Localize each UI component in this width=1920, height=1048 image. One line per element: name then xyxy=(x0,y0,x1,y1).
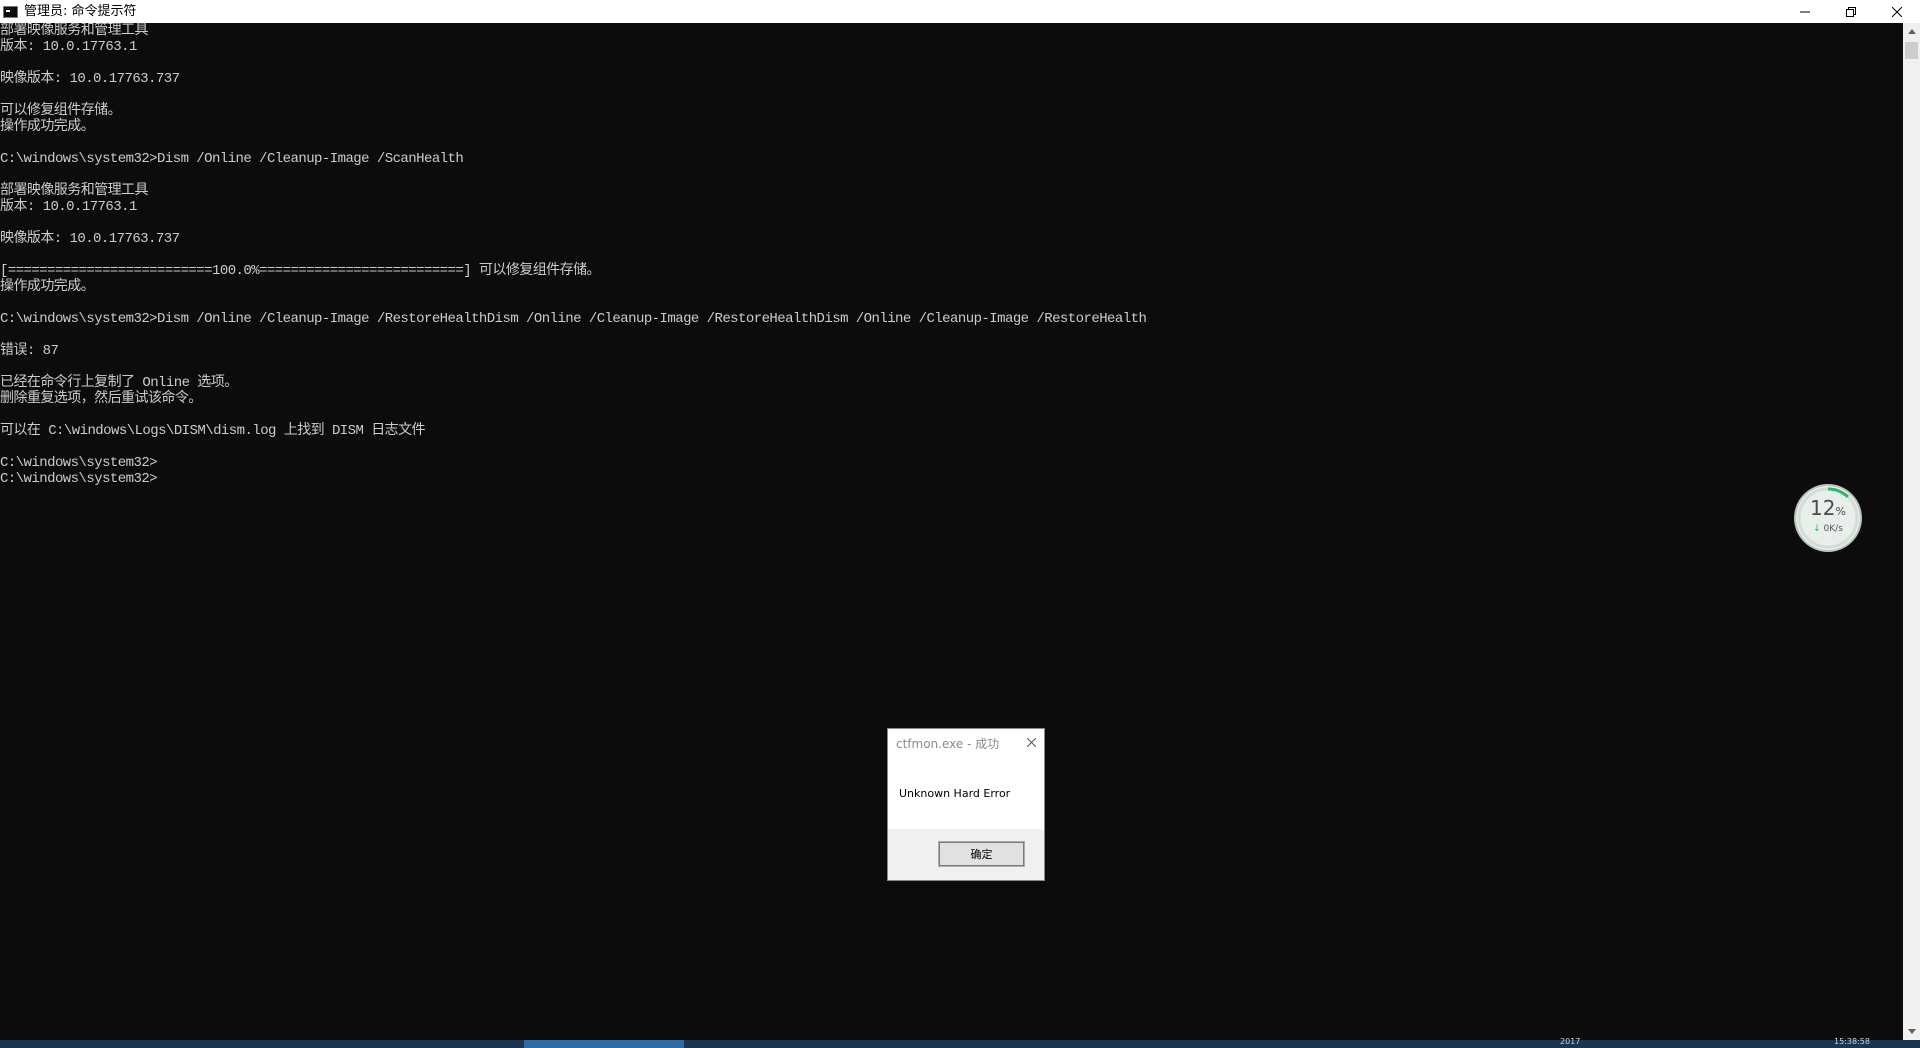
console-line: 操作成功完成。 xyxy=(0,279,95,295)
download-speed: ↓ 0K/s xyxy=(1813,524,1843,534)
console-line: 映像版本: 10.0.17763.737 xyxy=(0,231,180,247)
chevron-down-icon xyxy=(1907,1029,1916,1034)
minimize-button[interactable] xyxy=(1782,0,1828,23)
console-line: 已经在命令行上复制了 Online 选项。 xyxy=(0,375,238,391)
minimize-icon xyxy=(1800,11,1810,12)
error-dialog: ctfmon.exe - 成功 Unknown Hard Error 确定 xyxy=(887,728,1045,881)
command-prompt-window: 管理员: 命令提示符 部署映像服务和管理工具 版本: 10.0.17763.1 映像… xyxy=(0,0,1920,1040)
console-line: 部署映像服务和管理工具 xyxy=(0,183,149,199)
close-button[interactable] xyxy=(1874,0,1920,23)
restore-icon xyxy=(1846,6,1856,17)
dialog-title: ctfmon.exe - 成功 xyxy=(896,737,1000,751)
taskbar-active-app[interactable] xyxy=(524,1040,684,1048)
restore-button[interactable] xyxy=(1828,0,1874,23)
window-title: 管理员: 命令提示符 xyxy=(24,4,137,19)
chevron-up-icon xyxy=(1907,29,1916,34)
taskbar: 2017 15:38:58 xyxy=(0,1037,1920,1048)
console-output[interactable]: 部署映像服务和管理工具 版本: 10.0.17763.1 映像版本: 10.0.17… xyxy=(0,23,1904,1040)
console-line: 版本: 10.0.17763.1 xyxy=(0,39,137,55)
scroll-down-button[interactable] xyxy=(1903,1023,1920,1040)
console-line: 操作成功完成。 xyxy=(0,119,95,135)
vertical-scrollbar[interactable] xyxy=(1903,23,1920,1040)
console-line: 可以修复组件存储。 xyxy=(0,103,122,119)
ok-button[interactable]: 确定 xyxy=(938,841,1025,867)
dialog-footer: 确定 xyxy=(888,829,1044,880)
taskbar-clock[interactable]: 15:38:58 xyxy=(1834,1038,1870,1046)
console-line: C:\windows\system32> xyxy=(0,455,158,471)
console-line: C:\windows\system32> xyxy=(0,471,158,487)
title-bar[interactable]: 管理员: 命令提示符 xyxy=(0,0,1920,23)
console-line: 版本: 10.0.17763.1 xyxy=(0,199,137,215)
console-line: 部署映像服务和管理工具 xyxy=(0,23,149,39)
cmd-icon xyxy=(3,5,18,18)
network-speed-widget[interactable]: 12% ↓ 0K/s xyxy=(1796,486,1860,550)
close-icon xyxy=(1892,6,1902,17)
window-controls xyxy=(1782,0,1920,23)
console-line: 映像版本: 10.0.17763.737 xyxy=(0,71,180,87)
console-line: 错误: 87 xyxy=(0,343,59,359)
console-line: 可以在 C:\windows\Logs\DISM\dism.log 上找到 DI… xyxy=(0,423,426,439)
dialog-close-button[interactable] xyxy=(1024,735,1038,749)
usage-percent: 12% xyxy=(1810,496,1846,520)
console-line: 删除重复选项，然后重试该命令。 xyxy=(0,391,202,407)
taskbar-tray-text: 2017 xyxy=(1560,1037,1581,1046)
console-line: C:\windows\system32>Dism /Online /Cleanu… xyxy=(0,311,1147,327)
download-arrow-icon: ↓ xyxy=(1813,524,1821,534)
dialog-message: Unknown Hard Error xyxy=(899,787,1011,800)
scroll-thumb[interactable] xyxy=(1905,42,1918,59)
console-line: C:\windows\system32>Dism /Online /Cleanu… xyxy=(0,151,464,167)
scroll-up-button[interactable] xyxy=(1903,23,1920,40)
close-icon xyxy=(1026,737,1036,747)
console-line: [==========================100.0%=======… xyxy=(0,263,601,279)
